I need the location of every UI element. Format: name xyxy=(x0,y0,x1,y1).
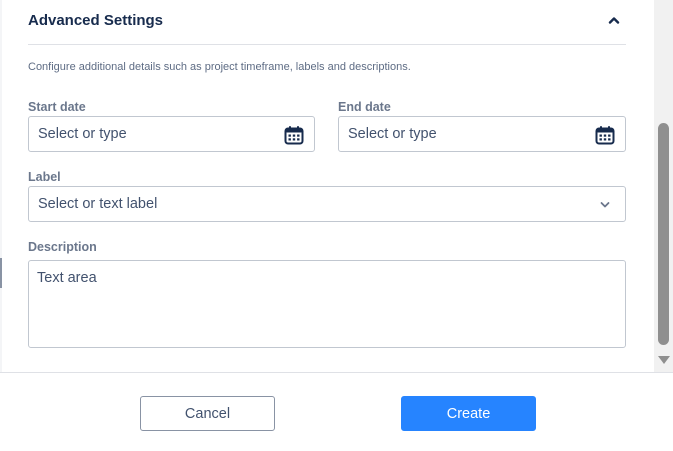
start-date-input[interactable]: Select or type xyxy=(28,116,315,152)
start-date-placeholder: Select or type xyxy=(38,126,127,142)
footer: Cancel Create xyxy=(0,372,673,451)
vertical-scrollbar[interactable] xyxy=(654,0,673,372)
section-description: Configure additional details such as pro… xyxy=(28,61,411,73)
advanced-settings-panel: Advanced Settings Configure additional d… xyxy=(0,0,654,372)
section-title: Advanced Settings xyxy=(28,12,164,29)
collapse-button[interactable] xyxy=(604,10,624,30)
create-button[interactable]: Create xyxy=(401,396,536,431)
calendar-icon[interactable] xyxy=(284,125,304,145)
end-date-placeholder: Select or type xyxy=(348,126,437,142)
description-placeholder: Text area xyxy=(37,270,97,286)
label-select[interactable]: Select or text label xyxy=(28,186,626,222)
calendar-icon[interactable] xyxy=(595,125,615,145)
triangle-down-icon[interactable] xyxy=(658,356,670,364)
cancel-button[interactable]: Cancel xyxy=(140,396,275,431)
section-header: Advanced Settings xyxy=(28,0,626,45)
chevron-up-icon xyxy=(608,17,620,24)
description-textarea[interactable]: Text area xyxy=(28,260,626,348)
label-field-label: Label xyxy=(28,170,61,184)
label-select-placeholder: Select or text label xyxy=(38,196,158,212)
end-date-label: End date xyxy=(338,100,391,114)
chevron-down-icon xyxy=(595,195,615,215)
start-date-label: Start date xyxy=(28,100,86,114)
description-label: Description xyxy=(28,240,97,254)
end-date-input[interactable]: Select or type xyxy=(338,116,626,152)
scrollbar-thumb[interactable] xyxy=(658,123,669,345)
